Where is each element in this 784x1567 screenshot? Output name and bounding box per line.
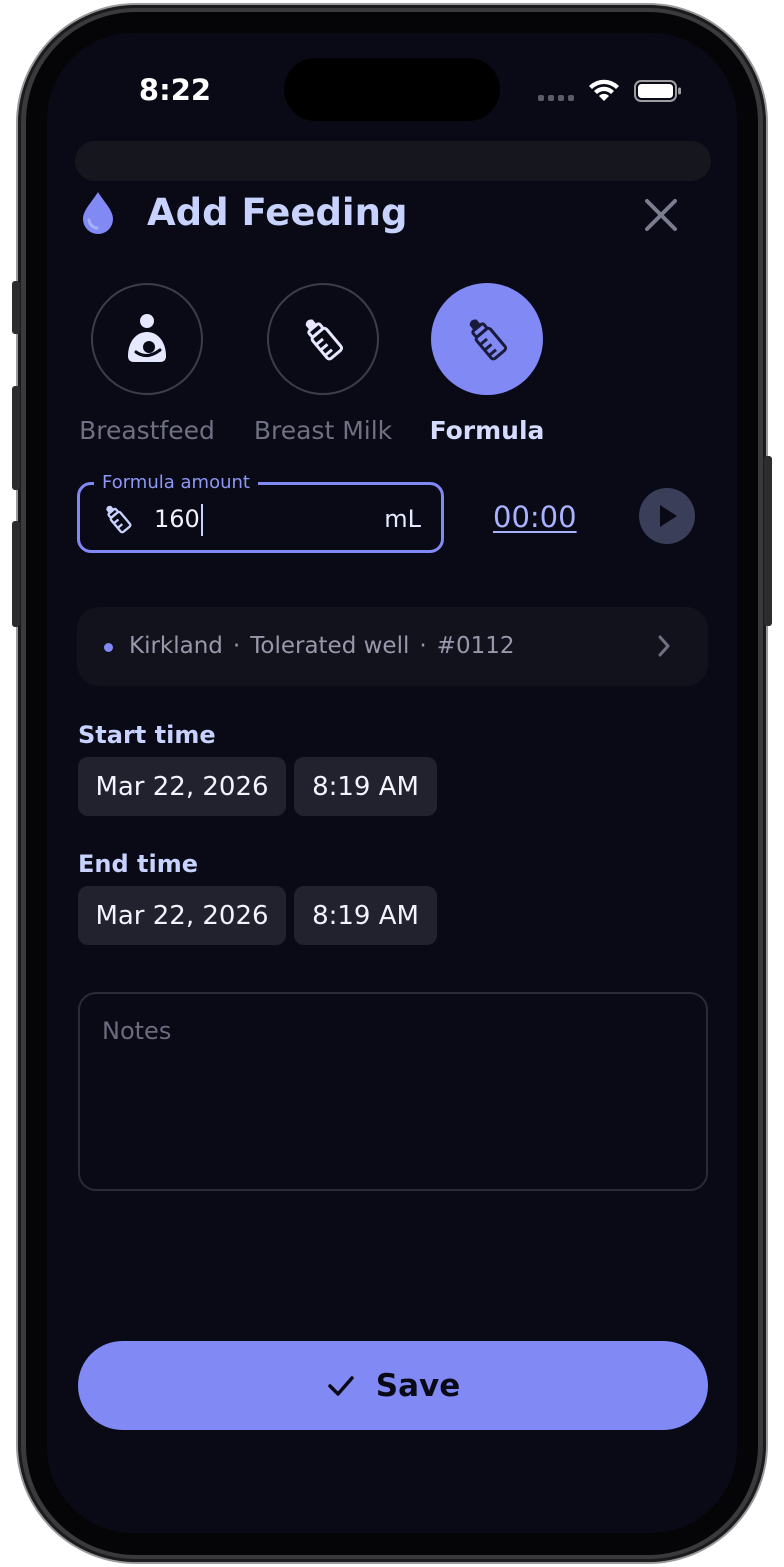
type-option-breastfeed[interactable]: Breastfeed <box>67 283 227 458</box>
end-time-picker[interactable]: 8:19 AM <box>294 886 437 945</box>
breastfeed-icon <box>128 314 166 362</box>
text-caret <box>200 504 203 536</box>
play-icon <box>660 505 677 527</box>
type-circle <box>267 283 379 395</box>
product-note: Tolerated well <box>250 633 410 659</box>
separator: · <box>232 633 241 659</box>
product-dot <box>104 643 113 652</box>
formula-product-selector[interactable]: Kirkland · Tolerated well · #0112 <box>77 607 708 686</box>
chevron-right-icon <box>658 635 670 657</box>
play-timer-button[interactable] <box>639 488 695 544</box>
start-date-picker[interactable]: Mar 22, 2026 <box>78 757 286 816</box>
type-label: Breast Milk <box>253 416 393 445</box>
notes-input[interactable]: Notes <box>78 992 708 1191</box>
close-icon[interactable] <box>638 192 684 238</box>
baby-bottle-icon <box>305 319 344 361</box>
checkmark-icon <box>328 1375 354 1396</box>
type-option-breast-milk[interactable]: Breast Milk <box>243 283 403 458</box>
type-circle-selected <box>431 283 543 395</box>
timer-display[interactable]: 00:00 <box>493 497 577 537</box>
separator: · <box>419 633 427 659</box>
end-time-label: End time <box>78 850 198 878</box>
power-button <box>764 456 772 626</box>
save-button[interactable]: Save <box>78 1341 708 1430</box>
droplet-icon <box>83 192 113 234</box>
amount-field-label: Formula amount <box>94 470 258 496</box>
product-brand: Kirkland <box>129 633 223 659</box>
signal-icon <box>538 95 574 101</box>
type-label: Formula <box>429 416 545 445</box>
save-button-label: Save <box>375 1367 461 1404</box>
baby-bottle-icon <box>106 505 132 534</box>
type-option-formula[interactable]: Formula <box>407 283 567 458</box>
volume-down-button <box>12 521 20 627</box>
dynamic-island <box>284 58 500 121</box>
product-code: #0112 <box>436 633 515 659</box>
baby-bottle-icon <box>469 319 508 361</box>
action-button <box>12 281 20 334</box>
volume-up-button <box>12 386 20 490</box>
product-summary: Kirkland · Tolerated well · #0112 <box>129 629 514 663</box>
start-time-label: Start time <box>78 721 216 749</box>
notes-placeholder: Notes <box>102 1017 172 1045</box>
amount-unit: mL <box>384 505 421 533</box>
formula-amount-input[interactable]: Formula amount 160 mL <box>77 470 444 553</box>
page-title: Add Feeding <box>147 191 408 234</box>
wifi-icon <box>589 79 619 101</box>
background-sheet-card <box>75 141 711 181</box>
amount-value[interactable]: 160 <box>154 502 203 536</box>
amount-value-text: 160 <box>154 505 200 533</box>
type-circle <box>91 283 203 395</box>
end-date-picker[interactable]: Mar 22, 2026 <box>78 886 286 945</box>
battery-icon <box>634 80 681 102</box>
status-time: 8:22 <box>138 73 212 107</box>
status-icons <box>538 74 682 108</box>
type-label: Breastfeed <box>79 416 215 445</box>
start-time-picker[interactable]: 8:19 AM <box>294 757 437 816</box>
